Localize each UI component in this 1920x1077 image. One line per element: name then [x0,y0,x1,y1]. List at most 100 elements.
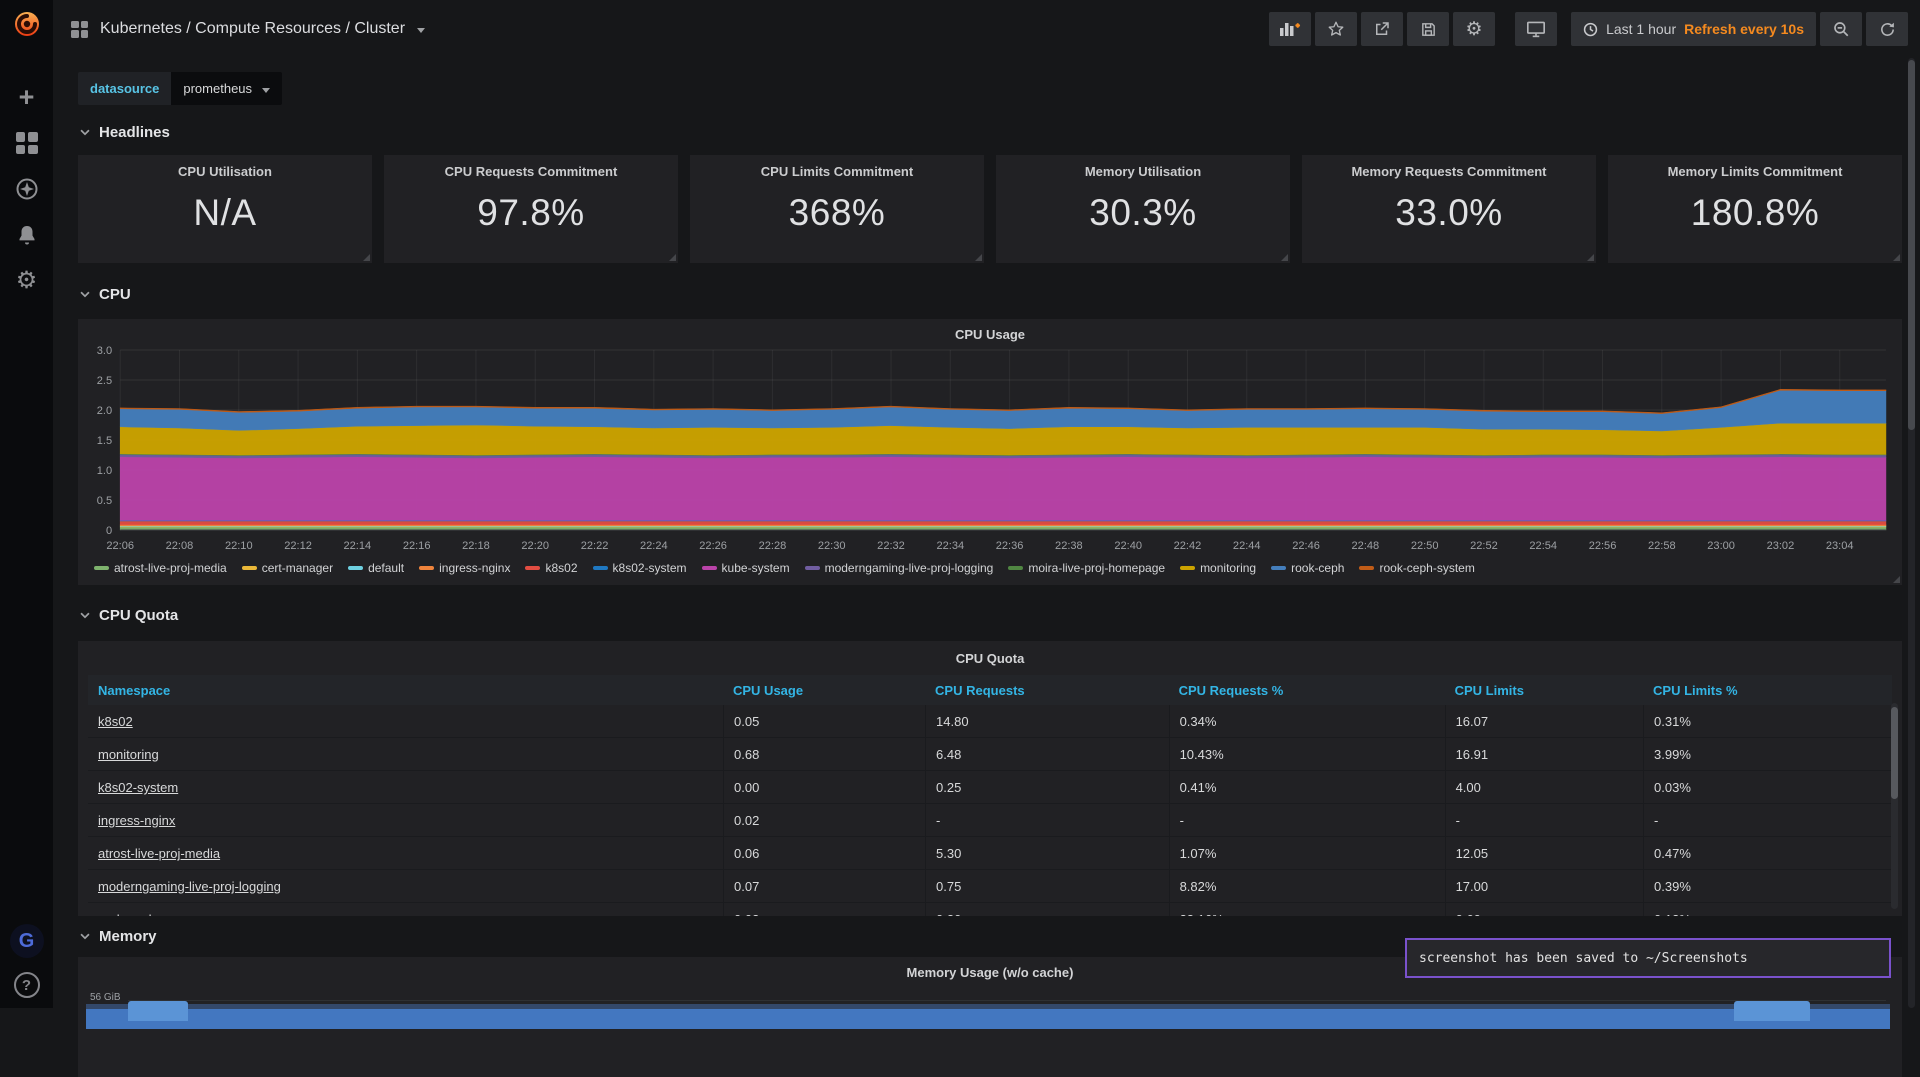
namespace-link[interactable]: moderngaming-live-proj-logging [98,879,281,894]
table-row: moderngaming-live-proj-logging0.070.758.… [88,870,1892,903]
cycle-view-button[interactable] [1515,12,1557,46]
x-tick-label: 22:06 [106,540,134,552]
legend-item[interactable]: kube-system [702,561,790,575]
column-header[interactable]: CPU Requests % [1169,683,1445,698]
panel-title-cpu-usage[interactable]: CPU Usage [86,323,1894,346]
value-cell: - [925,804,1169,837]
x-tick-label: 22:50 [1411,540,1439,552]
x-tick-label: 22:12 [284,540,312,552]
add-panel-button[interactable] [1269,12,1311,46]
time-range-picker[interactable]: Last 1 hour Refresh every 10s [1571,12,1816,46]
save-icon [1420,21,1437,38]
column-header[interactable]: CPU Limits [1445,683,1643,698]
value-cell: 8.82% [1169,870,1445,903]
sidebar-item-dashboards[interactable] [0,120,53,166]
panel-resize-handle[interactable] [1893,576,1900,583]
legend-item[interactable]: cert-manager [242,561,333,575]
sidebar-item-configuration[interactable]: ⚙ [0,258,53,304]
legend-item[interactable]: moderngaming-live-proj-logging [805,561,994,575]
legend-label: moderngaming-live-proj-logging [825,561,994,575]
stat-panel-title[interactable]: Memory Limits Commitment [1608,155,1902,179]
namespace-link[interactable]: atrost-live-proj-media [98,846,220,861]
legend-color-marker [593,566,608,570]
legend-item[interactable]: default [348,561,404,575]
x-tick-label: 22:54 [1529,540,1557,552]
x-tick-label: 22:30 [818,540,846,552]
legend-label: rook-ceph-system [1379,561,1474,575]
namespace-link[interactable]: monitoring [98,747,159,762]
column-header[interactable]: CPU Requests [925,683,1169,698]
y-tick-label: 2.5 [97,375,112,387]
namespace-link[interactable]: ingress-nginx [98,813,175,828]
panel-resize-handle[interactable] [975,254,982,261]
legend-color-marker [94,566,109,570]
screenshot-toast: screenshot has been saved to ~/Screensho… [1405,938,1891,978]
x-tick-label: 22:22 [581,540,609,552]
legend-item[interactable]: moira-live-proj-homepage [1008,561,1165,575]
legend-item[interactable]: monitoring [1180,561,1256,575]
namespace-cell: monitoring [88,738,723,771]
refresh-button[interactable] [1866,12,1908,46]
chevron-down-icon [78,929,92,943]
datasource-select[interactable]: prometheus [171,72,282,105]
dashboard-title-button[interactable]: Kubernetes / Compute Resources / Cluster [71,20,425,38]
namespace-cell: atrost-live-proj-media [88,837,723,870]
stat-panel-title[interactable]: CPU Limits Commitment [690,155,984,179]
y-tick-label: 0.5 [97,495,112,507]
legend-item[interactable]: ingress-nginx [419,561,510,575]
cpu-usage-chart[interactable]: 00.51.01.52.02.53.022:0622:0822:1022:122… [86,346,1894,558]
legend-item[interactable]: rook-ceph-system [1359,561,1474,575]
panel-resize-handle[interactable] [669,254,676,261]
table-scrollbar-thumb[interactable] [1891,707,1898,799]
stat-panel-value: 97.8% [384,192,678,234]
legend-label: rook-ceph [1291,561,1344,575]
share-button[interactable] [1361,12,1403,46]
section-header-headlines[interactable]: Headlines [78,121,1902,143]
sidebar-item-explore[interactable] [0,166,53,212]
series-area-kube-system [120,457,1886,521]
section-header-cpu-quota[interactable]: CPU Quota [78,604,1902,626]
x-tick-label: 22:38 [1055,540,1083,552]
panel-title-cpu-quota[interactable]: CPU Quota [88,647,1892,670]
stat-panel-title[interactable]: CPU Requests Commitment [384,155,678,179]
column-header[interactable]: Namespace [88,683,723,698]
stat-panel: CPU Limits Commitment368% [690,155,984,263]
column-header[interactable]: CPU Limits % [1643,683,1892,698]
stat-panel-title[interactable]: Memory Utilisation [996,155,1290,179]
stat-panel-title[interactable]: Memory Requests Commitment [1302,155,1596,179]
stat-panel-value: 30.3% [996,192,1290,234]
panel-resize-handle[interactable] [1587,254,1594,261]
memory-gridline [128,1000,1886,1001]
x-tick-label: 22:14 [344,540,372,552]
dashboards-squares-icon [16,132,38,154]
g-avatar-icon[interactable]: G [10,924,44,958]
x-tick-label: 22:36 [996,540,1024,552]
namespace-link[interactable]: k8s02 [98,714,133,729]
legend-label: monitoring [1200,561,1256,575]
star-button[interactable] [1315,12,1357,46]
dashboard-settings-button[interactable]: ⚙ [1453,12,1495,46]
memory-axis-tick: 56 GiB [90,992,121,1003]
stat-panel-title[interactable]: CPU Utilisation [78,155,372,179]
legend-item[interactable]: k8s02 [525,561,577,575]
question-icon[interactable]: ? [14,972,40,998]
stat-panel-value: N/A [78,192,372,234]
legend-item[interactable]: atrost-live-proj-media [94,561,227,575]
panel-resize-handle[interactable] [1281,254,1288,261]
grafana-logo-icon[interactable] [11,7,43,44]
legend-item[interactable]: rook-ceph [1271,561,1344,575]
panel-resize-handle[interactable] [363,254,370,261]
chevron-down-icon [78,125,92,139]
sidebar-item-create[interactable]: + [0,74,53,120]
panel-resize-handle[interactable] [1893,254,1900,261]
namespace-link[interactable]: k8s02-system [98,780,178,795]
legend-color-marker [805,566,820,570]
sidebar-item-alerting[interactable] [0,212,53,258]
page-scrollbar-thumb[interactable] [1908,60,1915,430]
section-header-cpu[interactable]: CPU [78,283,1902,305]
column-header[interactable]: CPU Usage [723,683,925,698]
legend-item[interactable]: k8s02-system [593,561,687,575]
save-button[interactable] [1407,12,1449,46]
namespace-link[interactable]: rook-ceph [98,912,156,916]
zoom-out-button[interactable] [1820,12,1862,46]
